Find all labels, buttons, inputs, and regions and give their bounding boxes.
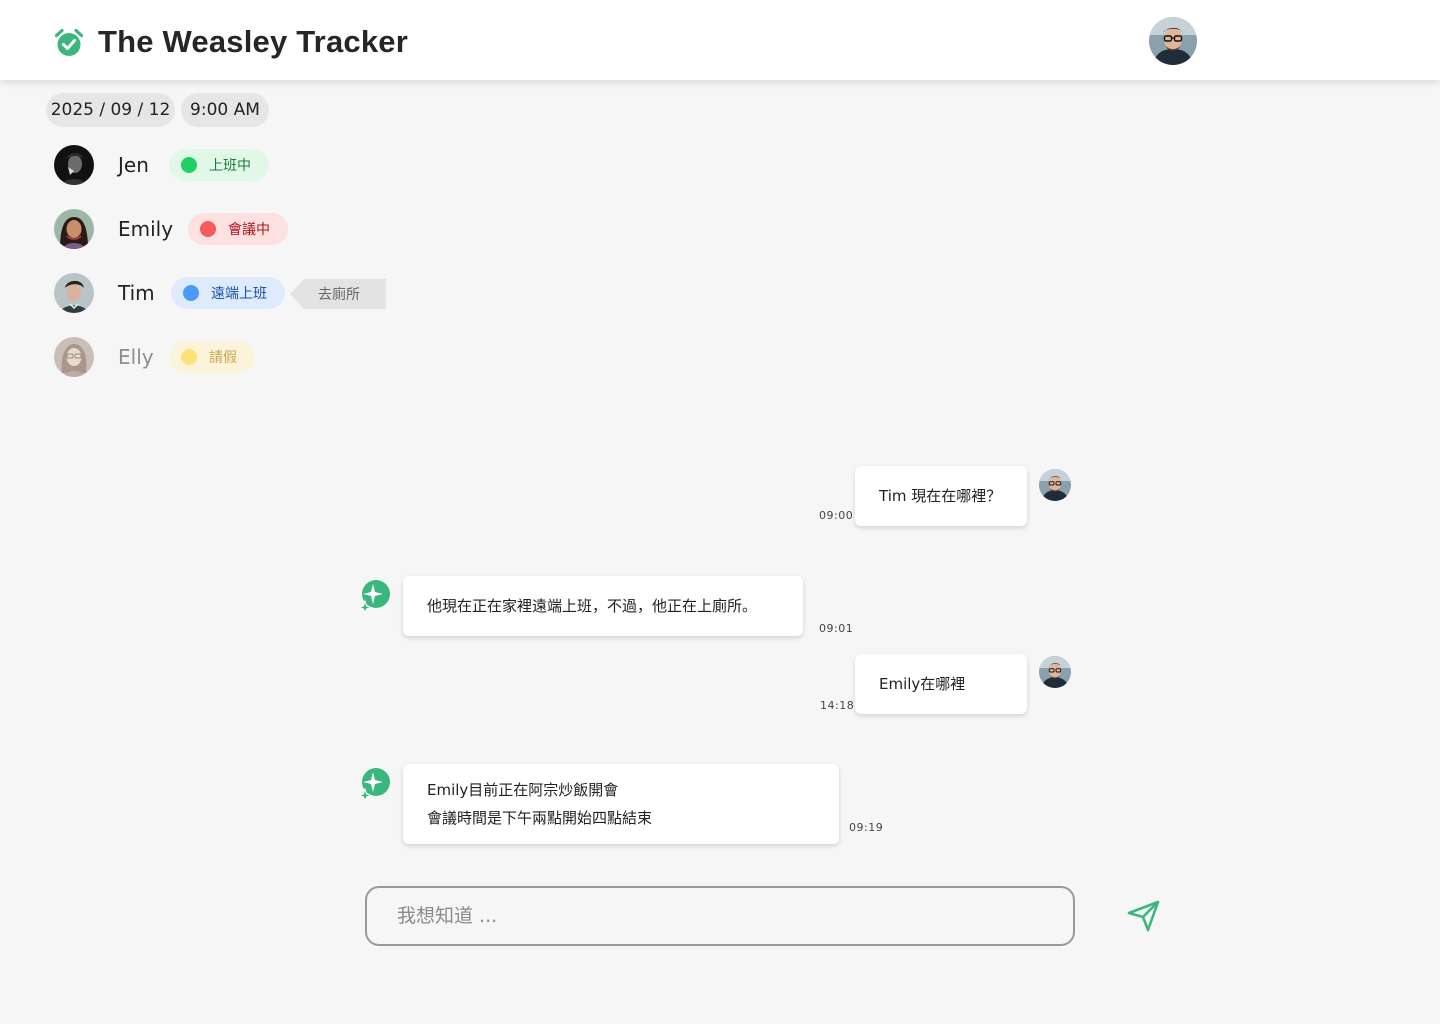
user-message-bubble: Emily在哪裡 [855,654,1027,714]
status-badge[interactable]: 遠端上班 [171,277,285,309]
person-name: Elly [118,345,154,369]
message-text: 會議時間是下午兩點開始四點結束 [427,809,653,827]
avatar [54,337,94,377]
status-dot-icon [181,157,197,173]
person-row-elly[interactable]: Elly 請假 [54,337,454,377]
ai-sparkle-icon [358,580,390,613]
user-avatar-image [1149,17,1197,65]
message-text: Emily目前正在阿宗炒飯開會 [427,781,619,799]
message-timestamp: 14:18 [820,699,855,712]
status-dot-icon [183,285,199,301]
send-paper-plane-icon [1127,900,1160,932]
status-label: 上班中 [209,158,251,174]
avatar [54,145,94,185]
status-badge[interactable]: 請假 [169,341,255,373]
message-text: 他現在正在家裡遠端上班，不過，他正在上廁所。 [427,597,758,615]
person-row-tim[interactable]: Tim 遠端上班 去廁所 [54,273,454,313]
user-avatar-small [1039,469,1071,501]
user-message-bubble: Tim 現在在哪裡？ [855,466,1027,526]
user-avatar[interactable] [1149,17,1197,65]
status-badge[interactable]: 會議中 [188,213,288,245]
ai-sparkle-icon [358,768,390,801]
person-name: Emily [118,217,174,241]
status-dot-icon [200,221,216,237]
status-dot-icon [181,349,197,365]
alarm-clock-check-icon [54,28,84,56]
status-label: 會議中 [228,222,270,238]
status-badge[interactable]: 上班中 [169,149,269,181]
message-text: Tim 現在在哪裡？ [879,487,1002,505]
person-row-jen[interactable]: Jen 上班中 [54,145,454,185]
status-label: 請假 [209,350,237,366]
bot-message-bubble: Emily目前正在阿宗炒飯開會 會議時間是下午兩點開始四點結束 [403,764,839,844]
time-pill[interactable]: 9:00 AM [181,93,269,127]
message-text: Emily在哪裡 [879,675,966,693]
send-button[interactable] [1124,896,1164,936]
person-name: Tim [118,281,155,305]
date-pill[interactable]: 2025 / 09 / 12 [46,93,175,127]
app-title: The Weasley Tracker [98,24,408,59]
message-timestamp: 09:19 [849,821,884,834]
app-header: The Weasley Tracker [0,0,1440,80]
user-avatar-small [1039,656,1071,688]
person-name: Jen [118,153,149,177]
query-input[interactable] [365,886,1075,946]
person-row-emily[interactable]: Emily 會議中 [54,209,454,249]
avatar [54,273,94,313]
bot-message-bubble: 他現在正在家裡遠端上班，不過，他正在上廁所。 [403,576,803,636]
activity-tag: 去廁所 [290,279,386,309]
message-timestamp: 09:00 [819,509,854,522]
avatar [54,209,94,249]
message-timestamp: 09:01 [819,622,854,635]
status-label: 遠端上班 [211,286,267,302]
